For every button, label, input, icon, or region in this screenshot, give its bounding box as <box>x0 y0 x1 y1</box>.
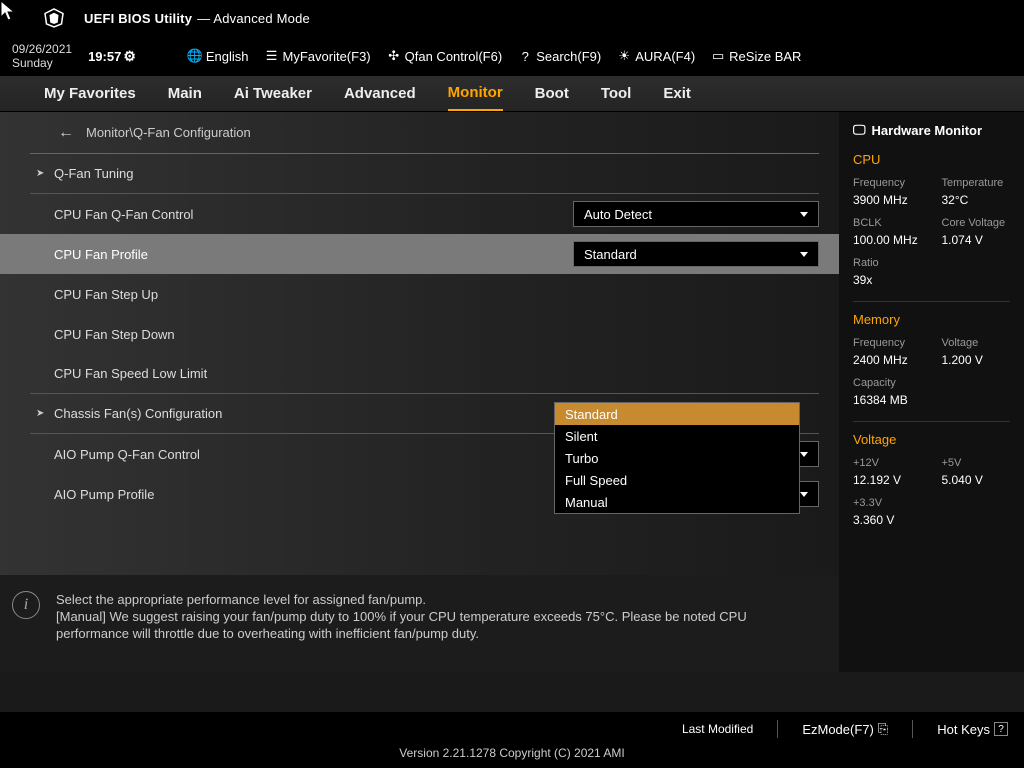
info-icon: i <box>12 591 40 619</box>
tab-advanced[interactable]: Advanced <box>344 77 416 110</box>
cpu-section-title: CPU <box>853 152 1010 167</box>
cpu-fan-profile-dropdown[interactable]: Standard <box>573 241 819 267</box>
language-selector[interactable]: 🌐English <box>188 49 249 64</box>
tab-tool[interactable]: Tool <box>601 77 632 110</box>
back-arrow-icon[interactable]: ← <box>58 124 74 142</box>
core-voltage-value: 1.074 V <box>942 233 1011 247</box>
cpu-temp-value: 32°C <box>942 193 1011 207</box>
mem-capacity-label: Capacity <box>853 377 1010 389</box>
date-block: 09/26/2021 Sunday <box>12 42 72 70</box>
search-icon: ? <box>518 49 532 63</box>
cpu-freq-value: 3900 MHz <box>853 193 922 207</box>
bios-title: UEFI BIOS Utility — Advanced Mode <box>84 8 310 28</box>
tab-monitor[interactable]: Monitor <box>448 76 503 111</box>
v33-value: 3.360 V <box>853 513 1010 527</box>
tab-main[interactable]: Main <box>168 77 202 110</box>
option-silent[interactable]: Silent <box>555 425 799 447</box>
bclk-label: BCLK <box>853 217 922 229</box>
bclk-value: 100.00 MHz <box>853 233 922 247</box>
footer: Last Modified EzMode(F7)⎘ Hot Keys? Vers… <box>0 712 1024 768</box>
myfavorite-button[interactable]: ☰MyFavorite(F3) <box>265 49 371 64</box>
tab-my-favorites[interactable]: My Favorites <box>44 77 136 110</box>
hotkeys-button[interactable]: Hot Keys? <box>937 722 1008 737</box>
cpu-freq-label: Frequency <box>853 177 922 189</box>
option-full-speed[interactable]: Full Speed <box>555 469 799 491</box>
core-voltage-label: Core Voltage <box>942 217 1011 229</box>
caret-down-icon <box>800 452 808 457</box>
qfan-button[interactable]: ✣Qfan Control(F6) <box>387 49 503 64</box>
cpu-temp-label: Temperature <box>942 177 1011 189</box>
submenu-arrow-icon: ➤ <box>36 168 44 179</box>
tab-exit[interactable]: Exit <box>663 77 691 110</box>
help-line2: [Manual] We suggest raising your fan/pum… <box>56 608 819 642</box>
header: UEFI BIOS Utility — Advanced Mode 09/26/… <box>0 0 1024 76</box>
help-line1: Select the appropriate performance level… <box>56 591 819 608</box>
caret-down-icon <box>800 252 808 257</box>
v5-label: +5V <box>942 457 1011 469</box>
search-button[interactable]: ?Search(F9) <box>518 49 601 64</box>
mem-capacity-value: 16384 MB <box>853 393 1010 407</box>
option-turbo[interactable]: Turbo <box>555 447 799 469</box>
main-panel: ← Monitor\Q-Fan Configuration ➤ Q-Fan Tu… <box>0 112 839 672</box>
cpu-fan-profile-menu: Standard Silent Turbo Full Speed Manual <box>554 402 800 514</box>
exit-icon: ⎘ <box>878 721 888 737</box>
clock[interactable]: 19:57⚙ <box>88 48 136 65</box>
item-cpu-step-down[interactable]: CPU Fan Step Down <box>30 314 819 354</box>
v12-label: +12V <box>853 457 922 469</box>
voltage-section-title: Voltage <box>853 432 1010 447</box>
tuf-logo-icon <box>42 6 66 30</box>
star-icon: ☰ <box>265 49 279 63</box>
caret-down-icon <box>800 212 808 217</box>
resize-icon: ▭ <box>711 49 725 63</box>
tab-ai-tweaker[interactable]: Ai Tweaker <box>234 77 312 110</box>
cpu-qfan-control-dropdown[interactable]: Auto Detect <box>573 201 819 227</box>
tab-boot[interactable]: Boot <box>535 77 569 110</box>
mem-voltage-value: 1.200 V <box>942 353 1011 367</box>
monitor-icon: 🖵 <box>853 122 866 138</box>
v33-label: +3.3V <box>853 497 1010 509</box>
option-manual[interactable]: Manual <box>555 491 799 513</box>
item-cpu-speed-low[interactable]: CPU Fan Speed Low Limit <box>30 354 819 394</box>
hardware-monitor-sidebar: 🖵Hardware Monitor CPU Frequency3900 MHz … <box>839 112 1024 672</box>
question-icon: ? <box>994 722 1008 736</box>
ratio-label: Ratio <box>853 257 1010 269</box>
breadcrumb: Monitor\Q-Fan Configuration <box>86 125 251 140</box>
mem-freq-value: 2400 MHz <box>853 353 922 367</box>
globe-icon: 🌐 <box>188 49 202 63</box>
resizebar-button[interactable]: ▭ReSize BAR <box>711 49 801 64</box>
item-cpu-qfan-control[interactable]: CPU Fan Q-Fan Control Auto Detect <box>30 194 819 234</box>
mem-freq-label: Frequency <box>853 337 922 349</box>
aura-button[interactable]: ☀AURA(F4) <box>617 49 695 64</box>
version-text: Version 2.21.1278 Copyright (C) 2021 AMI <box>0 746 1024 766</box>
v5-value: 5.040 V <box>942 473 1011 487</box>
ratio-value: 39x <box>853 273 1010 287</box>
gear-icon: ⚙ <box>123 48 136 65</box>
caret-down-icon <box>800 492 808 497</box>
help-panel: i Select the appropriate performance lev… <box>0 575 839 672</box>
item-cpu-step-up[interactable]: CPU Fan Step Up <box>30 274 819 314</box>
v12-value: 12.192 V <box>853 473 922 487</box>
aura-icon: ☀ <box>617 49 631 63</box>
memory-section-title: Memory <box>853 312 1010 327</box>
ezmode-button[interactable]: EzMode(F7)⎘ <box>802 721 888 737</box>
last-modified-button[interactable]: Last Modified <box>682 722 753 736</box>
item-qfan-tuning[interactable]: ➤ Q-Fan Tuning <box>30 154 819 194</box>
tab-bar: My Favorites Main Ai Tweaker Advanced Mo… <box>0 76 1024 112</box>
item-cpu-fan-profile[interactable]: CPU Fan Profile Standard <box>0 234 839 274</box>
mem-voltage-label: Voltage <box>942 337 1011 349</box>
fan-icon: ✣ <box>387 49 401 63</box>
option-standard[interactable]: Standard <box>555 403 799 425</box>
submenu-arrow-icon: ➤ <box>36 408 44 419</box>
